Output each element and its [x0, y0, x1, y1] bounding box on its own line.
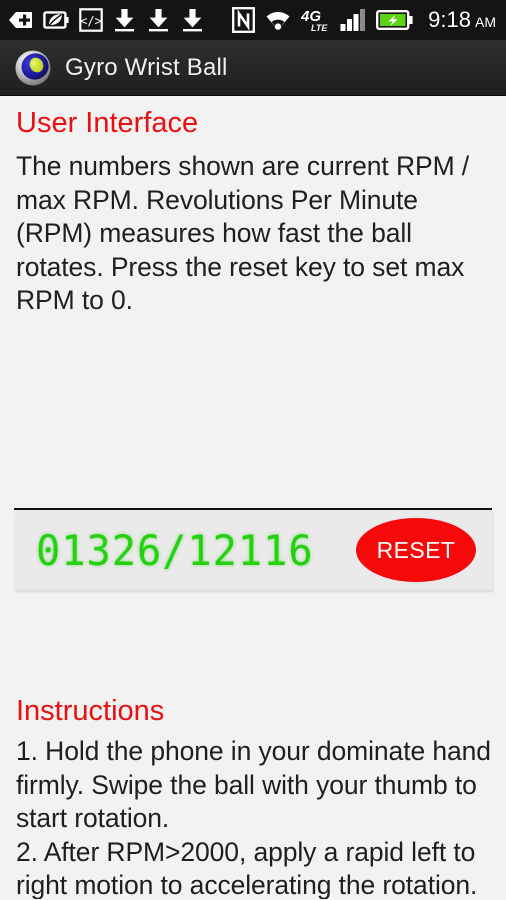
status-bar-left-icons: </> [8, 8, 205, 32]
app-screen: </> 4G LTE 9:18 AM Gyro Wrist Ball User … [0, 0, 506, 900]
signal-bars-icon [340, 8, 367, 32]
list-item: 1. Hold the phone in your dominate hand … [16, 736, 491, 833]
network-4glte-icon: 4G LTE [300, 7, 331, 33]
status-bar-clock: 9:18 AM [428, 7, 496, 33]
clock-meridiem: AM [475, 14, 496, 30]
user-interface-paragraph: The numbers shown are current RPM / max … [16, 151, 470, 315]
svg-text:LTE: LTE [311, 23, 328, 33]
list-item: 2. After RPM>2000, apply a rapid left to… [16, 836, 478, 900]
download-icon-2 [146, 8, 171, 32]
clock-time: 9:18 [428, 7, 471, 32]
app-title-bar: Gyro Wrist Ball [0, 40, 506, 96]
developer-code-icon: </> [79, 8, 103, 32]
reset-button[interactable]: RESET [356, 518, 476, 582]
status-bar-right-icons: 4G LTE 9:18 AM [232, 7, 496, 33]
app-title-text: Gyro Wrist Ball [65, 53, 228, 81]
battery-charging-icon [376, 9, 414, 31]
wifi-icon [264, 8, 292, 32]
svg-text:</>: </> [80, 14, 102, 28]
rpm-panel: 01326/12116 RESET [14, 510, 492, 590]
download-icon-1 [112, 8, 137, 32]
main-content: User Interface The numbers shown are cur… [0, 96, 506, 899]
back-tag-plus-icon [8, 9, 34, 31]
status-bar: </> 4G LTE 9:18 AM [0, 0, 506, 40]
instructions-list: 1. Hold the phone in your dominate hand … [0, 735, 506, 899]
user-interface-heading: User Interface [16, 107, 199, 139]
instructions-section: Instructions 1. Hold the phone in your d… [0, 695, 506, 900]
gyro-ball-icon [14, 49, 52, 87]
rpm-readout: 01326/12116 [36, 525, 314, 575]
instructions-heading: Instructions [16, 695, 165, 727]
rpm-panel-container: 01326/12116 RESET [14, 508, 492, 590]
download-icon-3 [180, 8, 205, 32]
nfc-icon [232, 7, 256, 33]
battery-leaf-icon [43, 9, 70, 31]
